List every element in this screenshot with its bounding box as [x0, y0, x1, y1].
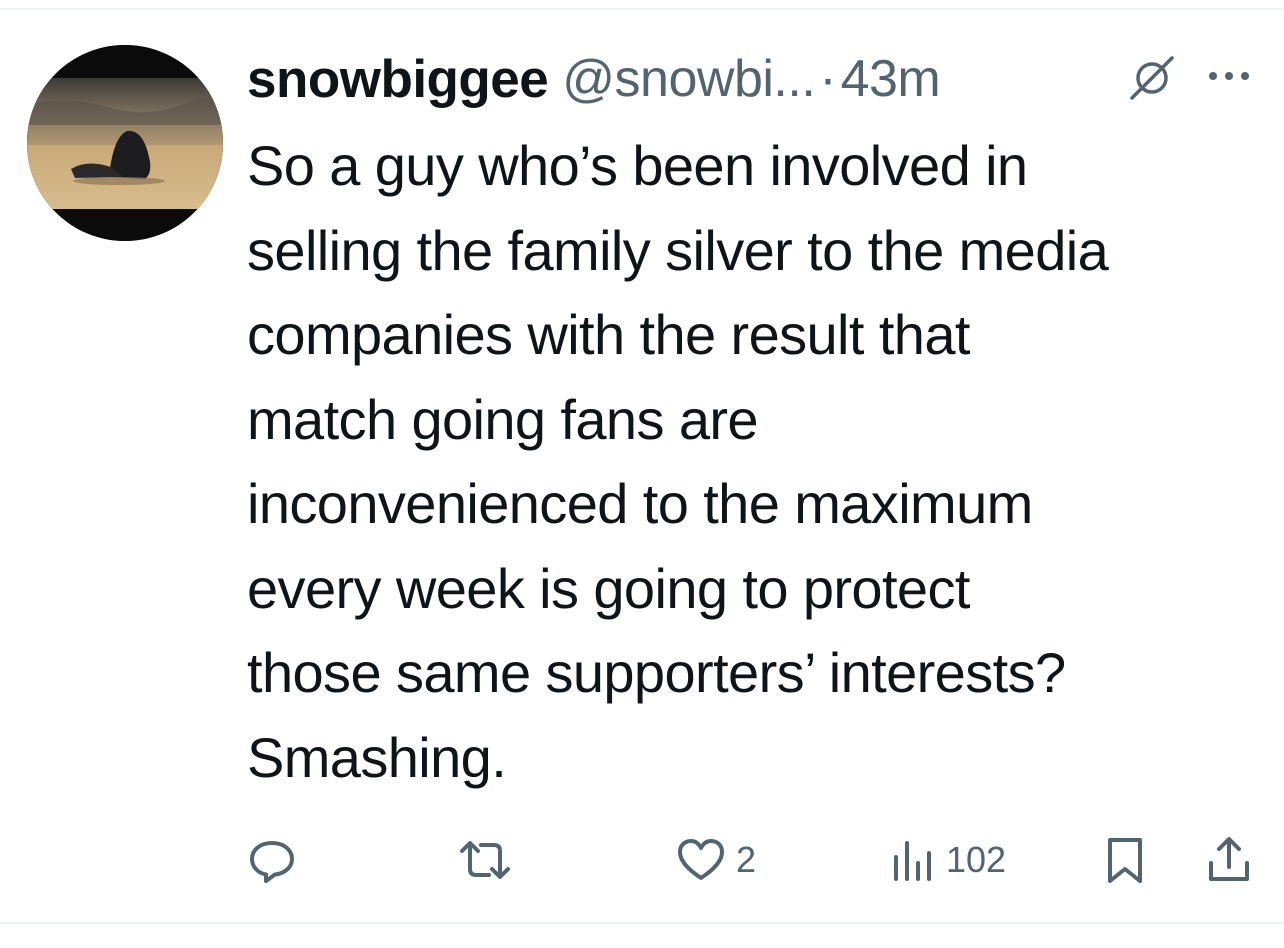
tweet-text-line: selling the family silver to the media [247, 218, 1109, 282]
views-bar-chart-icon [894, 841, 931, 881]
top-divider [0, 8, 1284, 10]
like-button[interactable]: 2 [676, 825, 756, 895]
timestamp[interactable]: 43m [841, 49, 941, 109]
separator-dot: · [819, 50, 837, 108]
grok-icon[interactable] [1126, 52, 1178, 104]
retweet-button[interactable] [456, 825, 514, 895]
tweet-header: snowbiggee @snowbi... · 43m [247, 44, 1267, 114]
retweet-icon [460, 841, 510, 879]
reply-button[interactable] [247, 825, 297, 895]
tweet-text-line: those same supporters’ interests? [247, 641, 1066, 704]
share-button[interactable] [1206, 825, 1252, 895]
display-name[interactable]: snowbiggee [247, 49, 549, 110]
views-button[interactable]: 102 [890, 825, 1006, 895]
bookmark-icon [1108, 838, 1142, 883]
more-options-icon[interactable] [1205, 62, 1253, 90]
heart-icon [678, 839, 724, 880]
tweet-text-line: Smashing. [247, 725, 507, 789]
tweet-text-line: inconvenienced to the maximum [247, 472, 1033, 535]
action-bar: 2 102 [0, 825, 1284, 895]
like-count: 2 [736, 839, 757, 880]
tweet-text-line: companies with the result that [247, 303, 970, 366]
bookmark-button[interactable] [1104, 825, 1146, 895]
tweet-text-line: every week is going to protect [247, 556, 970, 620]
user-handle[interactable]: @snowbi... [562, 49, 816, 109]
tweet-text: So a guy who’s been involved in selling … [247, 124, 1277, 800]
avatar[interactable] [27, 45, 223, 241]
reply-icon [250, 841, 294, 883]
tweet-text-line: match going fans are [247, 387, 759, 451]
tweet-text-line: So a guy who’s been involved in [247, 134, 1028, 197]
share-icon [1209, 837, 1249, 881]
bottom-divider [0, 922, 1284, 924]
views-count: 102 [946, 839, 1007, 880]
